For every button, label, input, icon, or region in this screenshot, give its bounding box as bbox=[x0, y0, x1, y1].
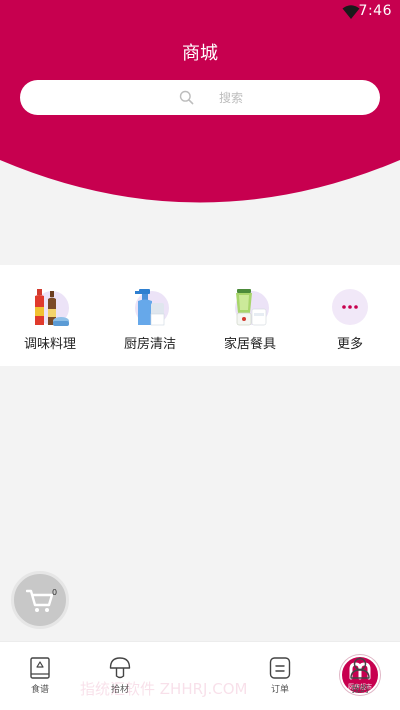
floating-cart-button[interactable]: 0 bbox=[11, 571, 69, 629]
condiment-bottles-icon bbox=[35, 289, 69, 326]
search-icon bbox=[179, 90, 194, 105]
tab-profile[interactable]: 我的 bbox=[320, 642, 400, 710]
watermark: 指统汇软件 ZHHRJ.COM bbox=[80, 680, 248, 698]
tab-recipes[interactable]: 食谱 bbox=[0, 642, 80, 710]
page-title: 商城 bbox=[182, 43, 218, 64]
category-panel: 调味料理 厨房清洁 家居餐具 更多 bbox=[0, 265, 400, 366]
bottom-tab-bar: 食谱 拾材 厨房超市 订单 我的 bbox=[0, 641, 400, 710]
category-label: 家居餐具 bbox=[223, 337, 276, 352]
tab-orders[interactable]: 订单 bbox=[240, 642, 320, 710]
blender-icon bbox=[235, 289, 269, 326]
recipe-book-icon bbox=[30, 657, 50, 679]
tab-label: 我的 bbox=[350, 685, 369, 695]
tab-label: 食谱 bbox=[30, 685, 49, 695]
search-placeholder: 搜索 bbox=[219, 91, 244, 105]
user-icon bbox=[350, 657, 370, 679]
category-label: 厨房清洁 bbox=[123, 337, 176, 352]
category-more[interactable]: 更多 bbox=[300, 287, 400, 357]
wifi-icon bbox=[342, 5, 360, 19]
cart-count-badge: 0 bbox=[52, 588, 58, 597]
category-condiments[interactable]: 调味料理 bbox=[0, 287, 100, 357]
more-dots-icon bbox=[332, 289, 368, 325]
category-label: 调味料理 bbox=[23, 337, 76, 352]
mushroom-icon bbox=[109, 657, 131, 679]
tab-ingredients[interactable]: 拾材 bbox=[80, 642, 160, 710]
tab-market[interactable]: 厨房超市 bbox=[160, 642, 380, 710]
category-kitchen-cleaning[interactable]: 厨房清洁 bbox=[100, 287, 200, 357]
status-bar: 7:46 bbox=[0, 0, 400, 24]
category-label: 更多 bbox=[336, 337, 363, 352]
search-input[interactable]: 搜索 bbox=[20, 80, 380, 115]
category-home-tableware[interactable]: 家居餐具 bbox=[200, 287, 300, 357]
status-time: 7:46 bbox=[358, 3, 392, 19]
order-list-icon bbox=[269, 657, 291, 679]
cleaning-spray-icon bbox=[135, 289, 169, 326]
